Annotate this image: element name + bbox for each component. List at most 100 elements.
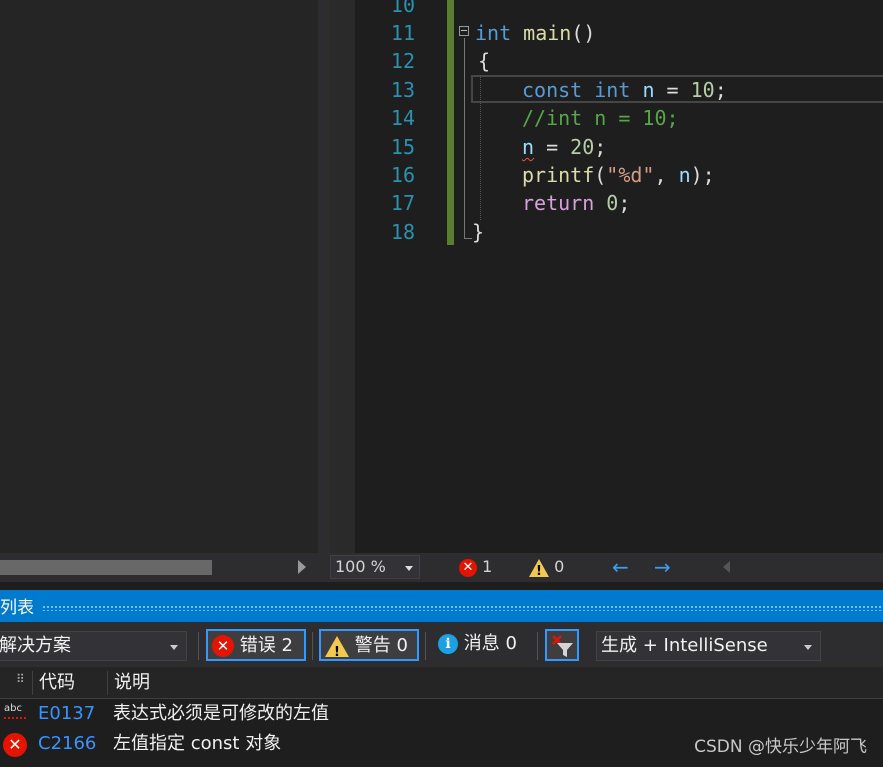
column-separator[interactable]	[107, 671, 108, 695]
error-count-indicator[interactable]: ✕ 1	[459, 556, 492, 578]
column-settings-icon[interactable]: ⠿	[16, 663, 25, 695]
errors-filter-button[interactable]: ✕ 错误 2	[206, 629, 306, 661]
number-literal: 10	[690, 78, 715, 102]
panel-splitter[interactable]	[318, 0, 330, 582]
collapse-icon[interactable]	[459, 26, 469, 36]
line-number: 12	[390, 49, 415, 73]
filter-clear-icon	[552, 635, 573, 657]
variable: n	[642, 78, 655, 102]
info-icon: i	[438, 634, 458, 654]
fold-guide-end	[464, 238, 472, 239]
string-literal: "%d"	[606, 163, 655, 187]
function-name: printf	[522, 163, 595, 187]
line-number: 15	[390, 135, 415, 159]
scope-select-value: 解决方案	[0, 635, 71, 656]
operator: =	[534, 135, 571, 159]
messages-filter-button[interactable]: i 消息 0	[434, 629, 534, 661]
column-separator[interactable]	[32, 671, 33, 695]
editor-status-bar: 100 % ✕ 1 0 ← →	[330, 553, 883, 583]
code-line-16[interactable]: printf("%d", n);	[522, 161, 715, 189]
code-line-13[interactable]: const int n = 10;	[522, 76, 727, 104]
change-tracking-bar	[447, 0, 454, 245]
scroll-left-icon[interactable]	[723, 561, 730, 573]
line-number: 13	[390, 78, 415, 102]
build-source-value: 生成 + IntelliSense	[601, 635, 768, 656]
error-list-row[interactable]: abc E0137 表达式必须是可修改的左值	[0, 699, 883, 729]
error-squiggle-variable[interactable]: n	[522, 135, 534, 159]
column-header-code[interactable]: 代码	[39, 667, 75, 699]
column-header-description[interactable]: 说明	[114, 667, 150, 699]
punctuation: ;	[618, 191, 631, 215]
code-line-18[interactable]: }	[472, 218, 484, 246]
scroll-right-icon[interactable]	[298, 560, 306, 574]
error-list-toolbar: 解决方案 ✕ 错误 2 警告 0 i 消息 0 生成 + IntelliSens…	[0, 622, 883, 668]
line-number: 14	[390, 106, 415, 130]
code-line-11[interactable]: int main()	[475, 19, 595, 47]
keyword: return	[522, 191, 595, 215]
chevron-down-icon	[405, 566, 413, 571]
number-literal: 0	[606, 191, 619, 215]
function-name: main	[523, 21, 572, 45]
punctuation: );	[690, 163, 715, 187]
error-code-link[interactable]: E0137	[38, 699, 95, 729]
chevron-down-icon	[804, 645, 812, 650]
navigate-back-icon[interactable]: ←	[612, 555, 629, 579]
warnings-filter-label: 警告 0	[354, 635, 408, 656]
code-line-17[interactable]: return 0;	[522, 189, 630, 217]
toolbar-separator	[537, 632, 538, 660]
code-line-14-comment[interactable]: //int n = 10;	[522, 104, 679, 132]
intellisense-squiggle-icon: abc	[4, 699, 26, 719]
error-icon: ✕	[212, 635, 234, 657]
left-panel	[0, 0, 318, 553]
scope-select[interactable]: 解决方案	[0, 631, 187, 661]
warnings-filter-button[interactable]: 警告 0	[319, 629, 419, 668]
title-grip	[42, 605, 883, 611]
editor-gutter	[330, 0, 355, 553]
code-line-15[interactable]: n = 20;	[522, 133, 606, 161]
line-number: 17	[390, 191, 415, 215]
line-number: 18	[390, 220, 415, 244]
watermark: CSDN @快乐少年阿飞	[694, 737, 867, 757]
toolbar-separator	[312, 632, 313, 660]
punctuation: ;	[714, 78, 727, 102]
fold-guide	[464, 38, 465, 238]
error-description: 表达式必须是可修改的左值	[113, 703, 329, 724]
code-editor[interactable]: 10 11 12 13 14 15 16 17 18 int main() { …	[330, 0, 883, 553]
error-list-header: ⠿ 代码 说明	[0, 667, 883, 699]
build-source-select[interactable]: 生成 + IntelliSense	[596, 631, 821, 661]
warning-count: 0	[554, 557, 565, 576]
error-list-title: 列表	[0, 598, 34, 618]
filter-toggle-button[interactable]	[545, 629, 579, 661]
punctuation: ()	[571, 21, 596, 45]
error-count: 1	[482, 557, 493, 576]
indent-guide	[480, 75, 482, 220]
warning-icon	[325, 635, 349, 668]
punctuation: ,	[654, 163, 679, 187]
variable: n	[678, 163, 691, 187]
keyword: const	[522, 78, 583, 102]
error-icon: ✕	[459, 558, 477, 577]
number-literal: 20	[570, 135, 595, 159]
errors-filter-label: 错误 2	[239, 635, 293, 656]
chevron-down-icon	[170, 645, 178, 650]
code-line-12[interactable]: {	[478, 47, 490, 75]
line-number: 10	[390, 0, 415, 17]
error-description: 左值指定 const 对象	[113, 733, 282, 754]
line-number: 11	[390, 21, 415, 45]
left-horizontal-scrollbar[interactable]	[0, 553, 318, 582]
keyword: int	[594, 78, 631, 102]
punctuation: (	[594, 163, 607, 187]
warning-icon	[529, 558, 549, 583]
keyword: int	[475, 21, 512, 45]
punctuation: ;	[594, 135, 607, 159]
operator: =	[654, 78, 691, 102]
warning-count-indicator[interactable]: 0	[529, 556, 565, 583]
navigate-forward-icon[interactable]: →	[654, 555, 671, 579]
zoom-select[interactable]: 100 %	[330, 555, 420, 579]
toolbar-separator	[425, 632, 426, 660]
error-list-title-bar[interactable]: 列表	[0, 595, 883, 622]
error-code-link[interactable]: C2166	[38, 729, 96, 759]
scrollbar-thumb[interactable]	[0, 560, 212, 575]
error-icon: ✕	[3, 733, 27, 757]
